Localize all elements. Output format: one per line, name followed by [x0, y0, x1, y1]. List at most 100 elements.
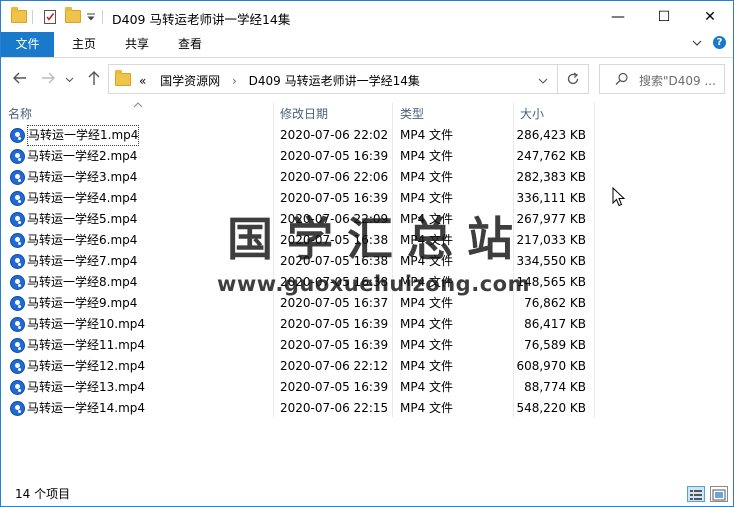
tab-view[interactable]: 查看	[168, 32, 212, 57]
file-row[interactable]: 马转运一学经2.mp4 2020-07-05 16:39 MP4 文件 247,…	[1, 146, 601, 167]
sort-ascending-icon	[133, 97, 143, 111]
file-row[interactable]: 马转运一学经3.mp4 2020-07-06 22:06 MP4 文件 282,…	[1, 167, 601, 188]
file-name: 马转运一学经10.mp4	[27, 317, 146, 331]
search-icon	[615, 72, 629, 89]
file-name: 马转运一学经1.mp4	[27, 125, 140, 146]
file-type: MP4 文件	[400, 359, 454, 373]
file-date: 2020-07-06 22:15	[280, 401, 389, 415]
title-bar: D409 马转运老师讲一学经14集 — ☐ ✕	[1, 1, 733, 32]
video-file-icon	[10, 191, 25, 206]
help-icon[interactable]: ?	[713, 36, 726, 49]
video-file-icon	[10, 380, 25, 395]
file-name: 马转运一学经2.mp4	[27, 149, 138, 163]
back-arrow-icon[interactable]	[12, 70, 28, 89]
recent-locations-icon[interactable]	[65, 73, 74, 87]
video-file-icon	[10, 317, 25, 332]
file-name: 马转运一学经13.mp4	[27, 380, 146, 394]
customize-quick-access-icon[interactable]	[86, 1, 96, 32]
file-name: 马转运一学经8.mp4	[27, 275, 138, 289]
breadcrumb-separator[interactable]: ›	[232, 74, 237, 88]
video-file-icon	[10, 128, 25, 143]
file-row[interactable]: 马转运一学经10.mp4 2020-07-05 16:39 MP4 文件 86,…	[1, 314, 601, 335]
window-title: D409 马转运老师讲一学经14集	[112, 12, 291, 27]
refresh-icon[interactable]	[566, 72, 580, 89]
folder-icon	[11, 1, 27, 32]
maximize-button[interactable]: ☐	[641, 1, 687, 32]
video-file-icon	[10, 275, 25, 290]
breadcrumb-overflow[interactable]: «	[139, 74, 146, 88]
file-date: 2020-07-06 22:02	[280, 128, 389, 142]
tab-home[interactable]: 主页	[62, 32, 106, 57]
file-row[interactable]: 马转运一学经14.mp4 2020-07-06 22:15 MP4 文件 548…	[1, 398, 601, 419]
file-name: 马转运一学经7.mp4	[27, 254, 138, 268]
file-date: 2020-07-06 22:06	[280, 170, 389, 184]
details-view-button[interactable]	[687, 486, 705, 502]
new-folder-icon[interactable]	[65, 1, 81, 32]
video-file-icon	[10, 359, 25, 374]
file-type: MP4 文件	[400, 401, 454, 415]
expand-ribbon-icon[interactable]	[691, 37, 703, 52]
up-arrow-icon[interactable]	[87, 70, 101, 89]
tab-share[interactable]: 共享	[115, 32, 159, 57]
file-size: 88,774 KB	[524, 380, 586, 394]
search-placeholder: 搜索"D409 ...	[639, 74, 716, 88]
video-file-icon	[10, 233, 25, 248]
file-size: 548,220 KB	[516, 401, 586, 415]
large-icons-view-button[interactable]	[710, 486, 728, 502]
file-name: 马转运一学经6.mp4	[27, 233, 138, 247]
file-size: 76,589 KB	[524, 338, 586, 352]
explorer-window: D409 马转运老师讲一学经14集 — ☐ ✕ 文件 主页 共享 查看 ? « …	[0, 0, 734, 507]
file-type: MP4 文件	[400, 149, 454, 163]
item-count: 14 个项目	[15, 487, 71, 501]
file-name: 马转运一学经9.mp4	[27, 296, 138, 310]
video-file-icon	[10, 254, 25, 269]
file-type: MP4 文件	[400, 380, 454, 394]
file-row[interactable]: 马转运一学经11.mp4 2020-07-05 16:39 MP4 文件 76,…	[1, 335, 601, 356]
breadcrumb: « 国学资源网 › D409 马转运老师讲一学经14集	[139, 72, 420, 89]
file-name: 马转运一学经12.mp4	[27, 359, 146, 373]
file-row[interactable]: 马转运一学经1.mp4 2020-07-06 22:02 MP4 文件 286,…	[1, 125, 601, 146]
video-file-icon	[10, 401, 25, 416]
column-header-size[interactable]: 大小	[520, 104, 544, 124]
column-header-date[interactable]: 修改日期	[280, 104, 328, 124]
tab-file[interactable]: 文件	[1, 32, 54, 57]
file-size: 76,862 KB	[524, 296, 586, 310]
file-date: 2020-07-05 16:39	[280, 317, 389, 331]
file-name: 马转运一学经5.mp4	[27, 212, 138, 226]
file-date: 2020-07-05 16:39	[280, 338, 389, 352]
file-row[interactable]: 马转运一学经9.mp4 2020-07-05 16:37 MP4 文件 76,8…	[1, 293, 601, 314]
ribbon-tabs: 文件 主页 共享 查看 ?	[1, 32, 733, 58]
file-type: MP4 文件	[400, 338, 454, 352]
file-name: 马转运一学经11.mp4	[27, 338, 146, 352]
forward-arrow-icon[interactable]	[40, 70, 56, 89]
file-type: MP4 文件	[400, 317, 454, 331]
file-size: 282,383 KB	[516, 170, 586, 184]
file-size: 286,423 KB	[516, 128, 586, 142]
file-row[interactable]: 马转运一学经12.mp4 2020-07-06 22:12 MP4 文件 608…	[1, 356, 601, 377]
file-size: 608,970 KB	[516, 359, 586, 373]
search-box[interactable]: 搜索"D409 ...	[599, 64, 725, 94]
file-type: MP4 文件	[400, 296, 454, 310]
address-history-dropdown-icon[interactable]	[538, 75, 548, 89]
video-file-icon	[10, 170, 25, 185]
file-type: MP4 文件	[400, 128, 454, 142]
minimize-button[interactable]: —	[595, 1, 641, 32]
file-name: 马转运一学经14.mp4	[27, 401, 146, 415]
mouse-cursor-icon	[612, 186, 626, 210]
file-date: 2020-07-05 16:39	[280, 149, 389, 163]
breadcrumb-item[interactable]: D409 马转运老师讲一学经14集	[249, 74, 420, 88]
video-file-icon	[10, 338, 25, 353]
address-bar[interactable]: « 国学资源网 › D409 马转运老师讲一学经14集	[108, 64, 589, 94]
file-size: 86,417 KB	[524, 317, 586, 331]
file-name: 马转运一学经4.mp4	[27, 191, 138, 205]
file-date: 2020-07-05 16:39	[280, 380, 389, 394]
properties-icon[interactable]	[42, 1, 58, 32]
column-header-type[interactable]: 类型	[400, 104, 424, 124]
column-header-name[interactable]: 名称	[8, 104, 32, 124]
file-name: 马转运一学经3.mp4	[27, 170, 138, 184]
folder-icon	[115, 70, 131, 86]
file-row[interactable]: 马转运一学经13.mp4 2020-07-05 16:39 MP4 文件 88,…	[1, 377, 601, 398]
file-date: 2020-07-05 16:37	[280, 296, 389, 310]
breadcrumb-item[interactable]: 国学资源网	[160, 74, 220, 88]
close-button[interactable]: ✕	[687, 1, 733, 32]
